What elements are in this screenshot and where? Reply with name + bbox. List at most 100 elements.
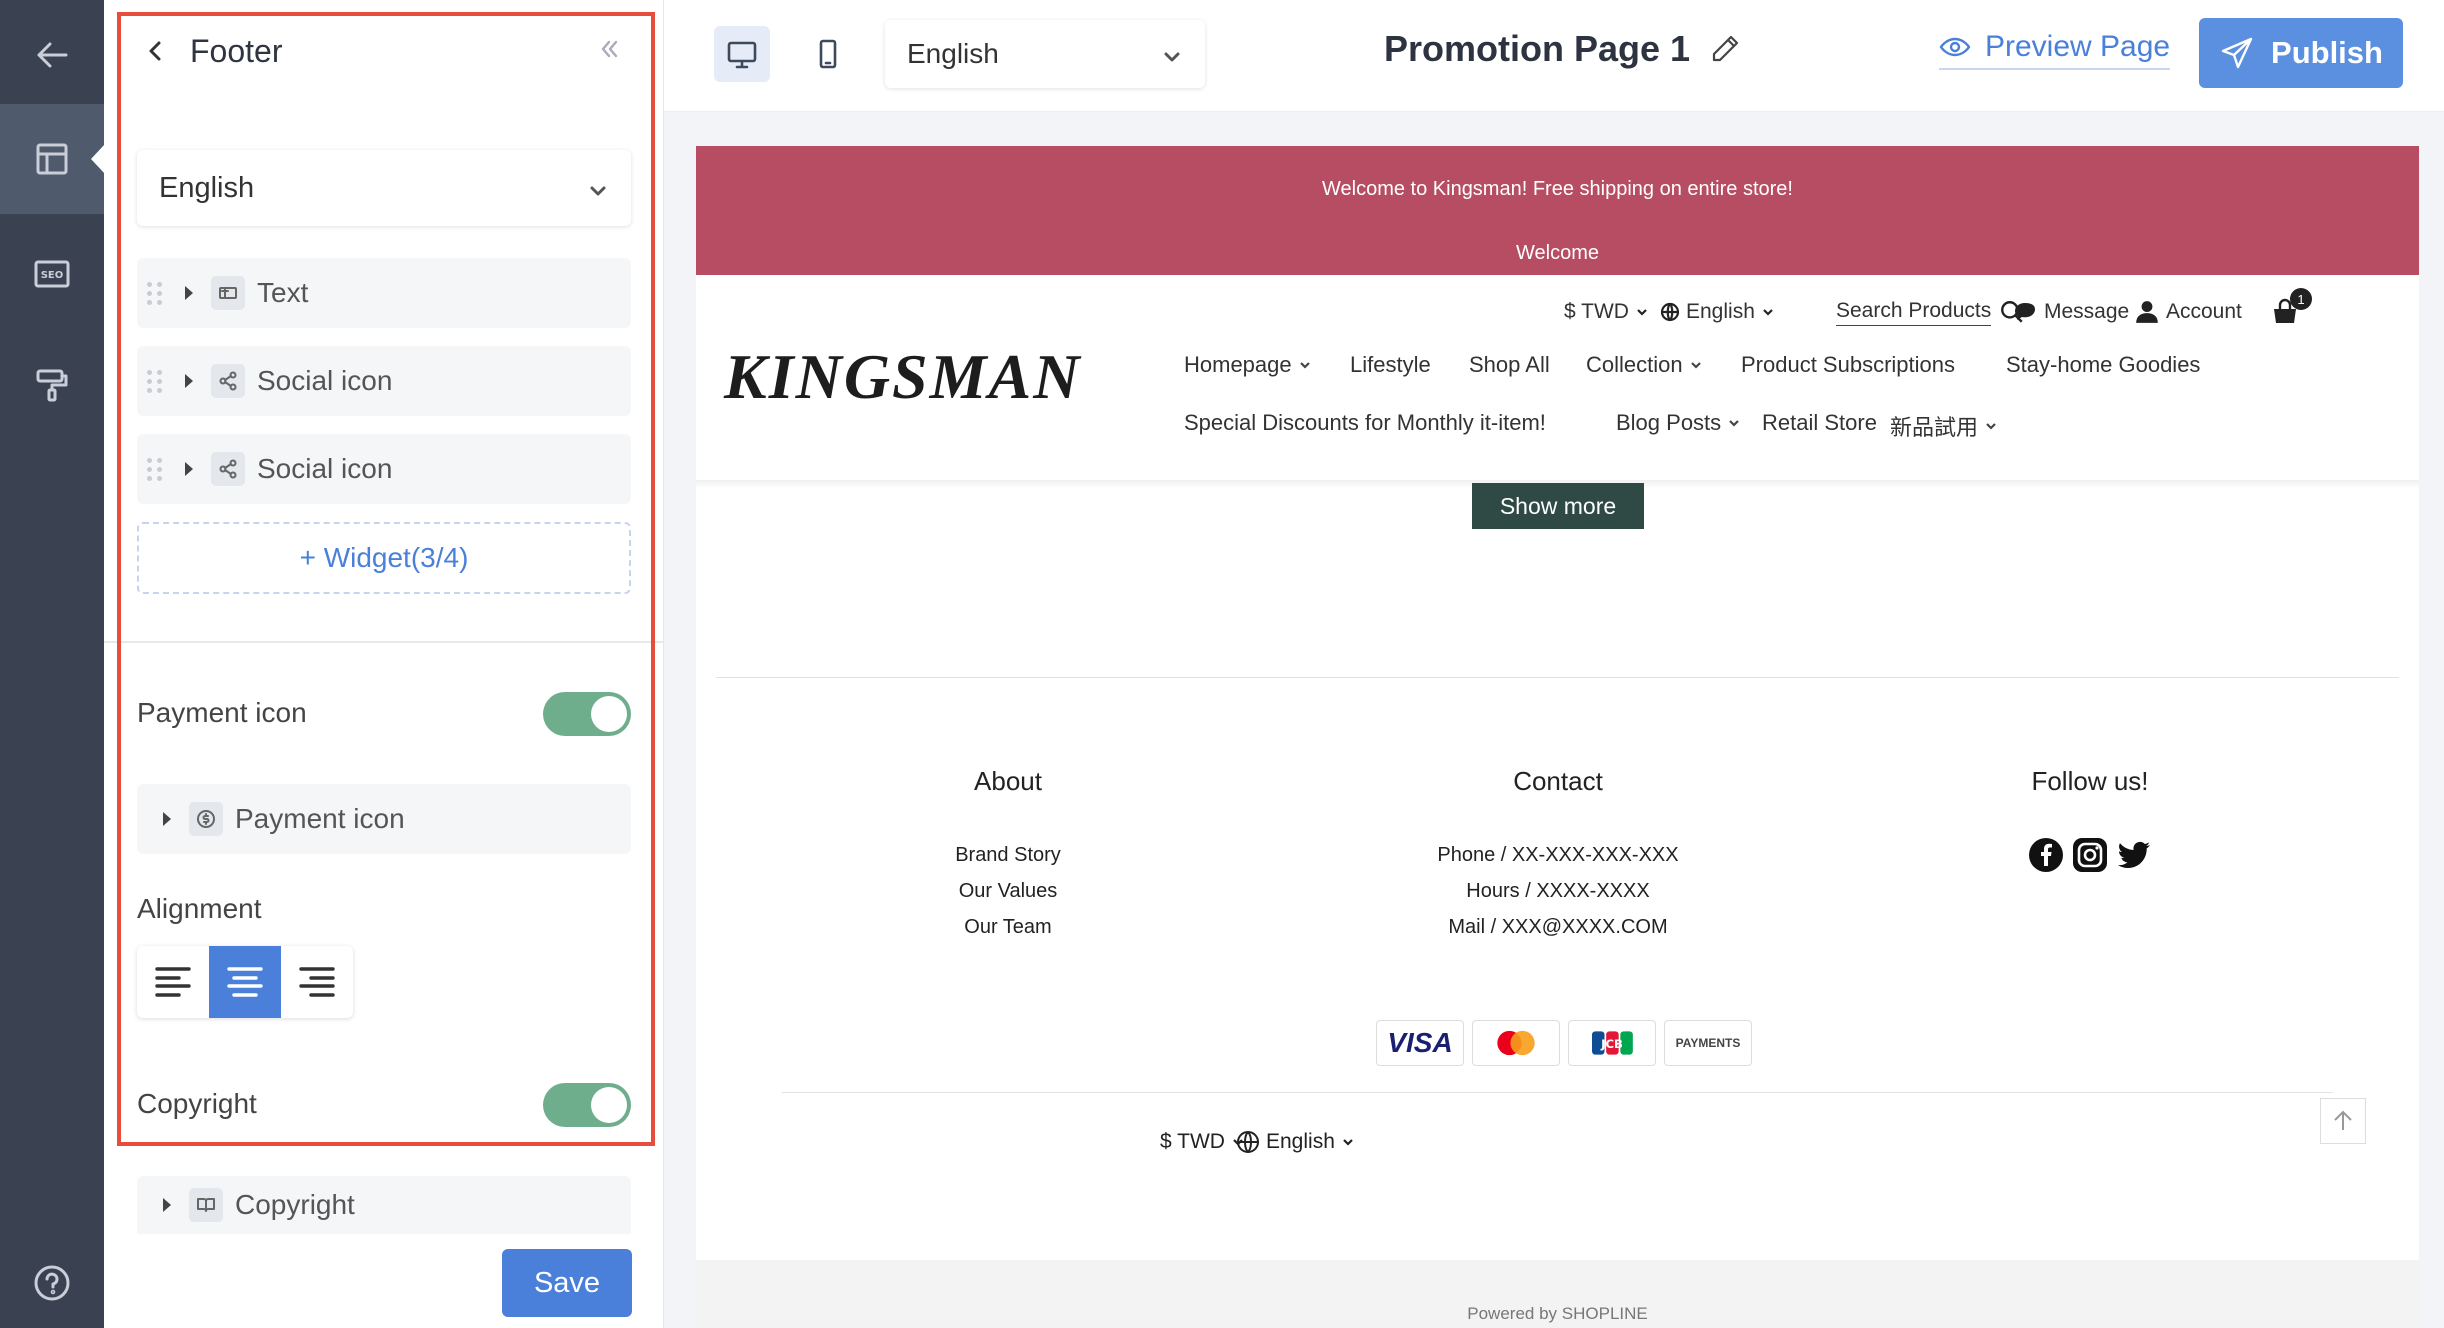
back-to-top-button[interactable] xyxy=(2320,1098,2366,1144)
expand-caret-icon[interactable] xyxy=(163,1198,171,1212)
copyright-toggle[interactable] xyxy=(543,1083,631,1127)
paint-roller-icon xyxy=(36,369,68,402)
facebook-icon[interactable] xyxy=(2028,837,2064,873)
publish-button[interactable]: Publish xyxy=(2199,18,2403,88)
align-left-button[interactable] xyxy=(137,946,209,1018)
footer-language-selector[interactable]: English xyxy=(1236,1130,1355,1154)
svg-text:SEO: SEO xyxy=(41,270,64,281)
expand-caret-icon[interactable] xyxy=(163,812,171,826)
top-bar: English Promotion Page 1 Preview Page Pu… xyxy=(664,0,2444,112)
nav-product-subscriptions[interactable]: Product Subscriptions xyxy=(1741,352,1955,378)
chevron-down-icon xyxy=(1637,309,1647,316)
nav-homepage[interactable]: Homepage xyxy=(1184,352,1312,378)
chevron-down-icon xyxy=(1729,420,1739,427)
payment-icons: VISA JCB PAYMENTS xyxy=(1376,1020,1752,1066)
panel-language-value: English xyxy=(159,171,255,204)
language-selector[interactable]: English xyxy=(1660,292,1775,332)
chat-bubble-icon xyxy=(2015,303,2035,320)
help-icon xyxy=(34,1265,70,1301)
cart-button[interactable]: 1 xyxy=(2270,288,2312,332)
nav-blog-posts[interactable]: Blog Posts xyxy=(1616,410,1741,436)
save-button[interactable]: Save xyxy=(502,1249,632,1317)
share-icon xyxy=(211,452,245,486)
align-center-icon xyxy=(227,967,263,997)
pencil-icon[interactable] xyxy=(1708,32,1742,66)
globe-icon xyxy=(1237,1131,1259,1153)
chevron-down-icon xyxy=(1763,309,1773,316)
expand-caret-icon[interactable] xyxy=(185,462,193,476)
add-widget-button[interactable]: + Widget(3/4) xyxy=(137,522,631,594)
nav-label: Stay-home Goodies xyxy=(2006,352,2201,377)
search-products[interactable]: Search Products xyxy=(1836,292,2025,332)
twitter-icon[interactable] xyxy=(2116,837,2152,873)
widget-label: Payment icon xyxy=(235,803,405,834)
social-icons xyxy=(1940,837,2240,873)
panel-back-button[interactable] xyxy=(142,26,182,76)
chevron-left-icon xyxy=(149,41,161,61)
payment-icon-row[interactable]: Payment icon xyxy=(137,784,631,854)
copyright-row[interactable]: Copyright xyxy=(137,1176,631,1234)
theme-nav-button[interactable] xyxy=(0,330,104,440)
layout-nav-button[interactable] xyxy=(0,104,105,214)
panel-language-select[interactable]: English xyxy=(137,150,631,226)
drag-handle-icon[interactable] xyxy=(147,457,163,481)
nav-shop-all[interactable]: Shop All xyxy=(1469,352,1550,378)
instagram-icon[interactable] xyxy=(2072,837,2108,873)
arrow-left-icon xyxy=(37,42,68,68)
expand-caret-icon[interactable] xyxy=(185,374,193,388)
widget-row-text[interactable]: Text xyxy=(137,258,631,328)
chevron-down-icon xyxy=(1690,362,1701,369)
align-right-button[interactable] xyxy=(281,946,353,1018)
cart-count-badge: 1 xyxy=(2290,288,2312,310)
expand-caret-icon[interactable] xyxy=(185,286,193,300)
nav-label: Product Subscriptions xyxy=(1741,352,1955,377)
drag-handle-icon[interactable] xyxy=(147,369,163,393)
nav-label: Shop All xyxy=(1469,352,1550,377)
nav-label: Blog Posts xyxy=(1616,410,1722,435)
footer-link[interactable]: Our Values xyxy=(858,873,1158,909)
back-button[interactable] xyxy=(0,0,104,110)
nav-new-trial[interactable]: 新品試用 xyxy=(1890,410,1998,442)
collapse-panel-button[interactable] xyxy=(596,36,622,67)
share-icon xyxy=(211,364,245,398)
nav-collection[interactable]: Collection xyxy=(1586,352,1703,378)
page-title-text: Promotion Page 1 xyxy=(1384,28,1691,69)
svg-text:JCB: JCB xyxy=(1600,1037,1623,1051)
nav-stay-home-goodies[interactable]: Stay-home Goodies xyxy=(2006,352,2200,378)
footer-contact-column: Contact Phone / XX-XXX-XXX-XXX Hours / X… xyxy=(1358,766,1758,945)
widget-row-social-icon-1[interactable]: Social icon xyxy=(137,346,631,416)
footer-link[interactable]: Our Team xyxy=(858,909,1158,945)
footer-currency-selector[interactable]: $ TWD xyxy=(1160,1130,1245,1154)
utility-bar: $ TWD English Search Products Message Ac… xyxy=(696,288,2419,332)
nav-label: Special Discounts for Monthly it-item! xyxy=(1184,410,1546,435)
nav-lifestyle[interactable]: Lifestyle xyxy=(1350,352,1431,378)
show-more-button[interactable]: Show more xyxy=(1472,483,1644,529)
currency-selector[interactable]: $ TWD xyxy=(1564,292,1649,332)
preview-page-link[interactable]: Preview Page xyxy=(1939,30,2171,70)
nav-retail-store[interactable]: Retail Store xyxy=(1762,410,1877,436)
footer-divider xyxy=(716,677,2399,678)
footer-link[interactable]: Brand Story xyxy=(858,837,1158,873)
mobile-icon xyxy=(819,39,837,69)
align-center-button[interactable] xyxy=(209,946,281,1018)
account-link[interactable]: Account xyxy=(2134,292,2242,332)
message-link[interactable]: Message xyxy=(2012,292,2129,332)
help-button[interactable] xyxy=(0,1228,104,1328)
seo-nav-button[interactable]: SEO xyxy=(0,219,104,329)
chevron-down-icon xyxy=(587,177,609,199)
widget-row-social-icon-2[interactable]: Social icon xyxy=(137,434,631,504)
paper-plane-icon xyxy=(2221,37,2253,69)
desktop-view-button[interactable] xyxy=(714,26,770,82)
payment-icon-toggle[interactable] xyxy=(543,692,631,736)
footer-contact-item: Phone / XX-XXX-XXX-XXX xyxy=(1437,844,1679,866)
user-icon xyxy=(2136,301,2158,323)
message-label: Message xyxy=(2044,300,2130,323)
powered-by: Powered by SHOPLINE xyxy=(696,1260,2419,1328)
store-logo[interactable]: KINGSMAN xyxy=(724,340,1081,414)
footer-contact-item: Hours / XXXX-XXXX xyxy=(1466,880,1650,902)
mobile-view-button[interactable] xyxy=(800,26,856,82)
top-language-select[interactable]: English xyxy=(885,20,1205,88)
nav-special-discounts[interactable]: Special Discounts for Monthly it-item! xyxy=(1184,410,1546,436)
drag-handle-icon[interactable] xyxy=(147,281,163,305)
mastercard-icon xyxy=(1472,1020,1560,1066)
